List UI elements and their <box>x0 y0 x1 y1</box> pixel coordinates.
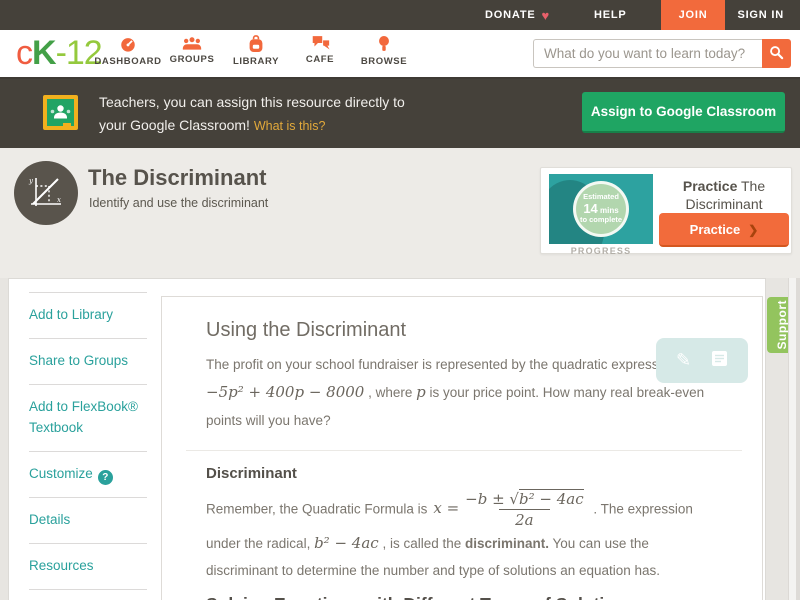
pencil-icon[interactable]: ✎ <box>676 350 691 371</box>
ck12-logo[interactable]: cK-12 <box>16 34 103 73</box>
section-divider <box>186 449 742 451</box>
banner-line1: Teachers, you can assign this resource d… <box>99 94 405 110</box>
note-icon[interactable] <box>711 350 728 372</box>
solving-equations-heading: Solving Equations with Different Types o… <box>206 594 714 600</box>
practice-card: Estimated 14 mins to complete PROGRESS P… <box>540 167 792 256</box>
annotation-toolbar[interactable]: ✎ <box>656 338 748 383</box>
help-button[interactable]: HELP <box>594 9 627 21</box>
nav-item-dashboard[interactable]: DASHBOARD <box>94 35 161 67</box>
nav-item-groups[interactable]: GROUPS <box>160 35 224 67</box>
nav-item-browse[interactable]: BROWSE <box>352 35 416 67</box>
join-button[interactable]: JOIN <box>660 0 726 30</box>
search-button[interactable] <box>762 39 791 68</box>
sidebar-item-share-to-groups[interactable]: Share to Groups <box>29 337 147 384</box>
search-box <box>533 39 791 68</box>
sidebar-item-details[interactable]: Details <box>29 496 147 543</box>
sidebar-item-resources[interactable]: Resources <box>29 542 147 589</box>
logo-c: c <box>16 34 33 72</box>
practice-chevron-icon: ❯ <box>748 222 759 237</box>
lesson-content-card: Using the Discriminant ✎ The profit on y… <box>161 296 763 600</box>
cafe-icon <box>311 35 330 51</box>
discriminant-paragraph: Remember, the Quadratic Formula is x = −b … <box>206 488 693 578</box>
banner-line2: your Google Classroom! <box>99 116 254 133</box>
lesson-heading: Using the Discriminant <box>206 319 407 341</box>
main-container: Add to Library Share to Groups Add to Fl… <box>8 278 766 600</box>
title-strip: y x The Discriminant Identify and use th… <box>0 148 800 278</box>
intro-paragraph: The profit on your school fundraiser is … <box>206 357 705 428</box>
nav-items: DASHBOARD GROUPS LIBRARY CAFE BROWSE <box>94 35 416 67</box>
classroom-banner: Teachers, you can assign this resource d… <box>0 79 800 148</box>
heart-icon: ♥ <box>541 7 551 23</box>
page-subtitle: Identify and use the discriminant <box>89 196 269 210</box>
estimated-time-badge: Estimated 14 mins to complete <box>573 181 629 237</box>
dashboard-icon <box>119 35 137 53</box>
sidebar-item-customize[interactable]: Customize? <box>29 450 147 497</box>
practice-cta-text: Practice The Discriminant <box>682 178 766 213</box>
svg-text:x: x <box>57 196 61 204</box>
google-classroom-icon <box>43 95 78 135</box>
help-question-icon[interactable]: ? <box>97 469 113 485</box>
discriminant-heading: Discriminant <box>206 464 297 482</box>
nav-item-cafe[interactable]: CAFE <box>288 35 352 67</box>
sidebar-item-download[interactable]: Download▾ <box>29 588 147 600</box>
banner-text: Teachers, you can assign this resource d… <box>99 91 405 136</box>
quadratic-formula-math: −b ± √b² − 4ac 2a <box>465 488 584 529</box>
groups-icon <box>182 35 202 51</box>
progress-label: PROGRESS <box>570 246 632 256</box>
svg-text:y: y <box>28 177 34 185</box>
ck12-page: DONATE ♥ HELP JOIN SIGN IN cK-12 DASHBOA… <box>0 0 800 600</box>
nav-item-library[interactable]: LIBRARY <box>224 35 288 67</box>
page-title: The Discriminant <box>88 165 267 190</box>
sidebar-item-add-to-flexbook[interactable]: Add to FlexBook® Textbook <box>29 383 147 451</box>
scrollbar-edge <box>796 278 800 600</box>
search-icon <box>769 45 784 63</box>
profit-expression-math: −5p² + 400p − 8000 <box>206 383 365 402</box>
top-utility-bar: DONATE ♥ HELP JOIN SIGN IN <box>0 0 800 30</box>
search-input[interactable] <box>533 39 762 68</box>
assign-to-classroom-button[interactable]: Assign to Google Classroom <box>582 92 785 133</box>
action-sidebar: Add to Library Share to Groups Add to Fl… <box>9 279 153 600</box>
library-icon <box>248 35 264 53</box>
logo-k: K <box>32 34 57 72</box>
donate-label: DONATE <box>485 9 536 21</box>
browse-icon <box>378 35 390 53</box>
concept-graph-icon: y x <box>14 161 78 225</box>
donate-button[interactable]: DONATE ♥ <box>485 9 550 22</box>
discriminant-expression-math: b² − 4ac <box>314 534 379 553</box>
main-nav: cK-12 DASHBOARD GROUPS LIBRARY CAFE BROW… <box>0 30 800 79</box>
practice-button[interactable]: Practice ❯ <box>659 213 789 247</box>
practice-thumbnail: Estimated 14 mins to complete <box>549 174 653 244</box>
sign-in-button[interactable]: SIGN IN <box>737 9 784 21</box>
what-is-this-link[interactable]: What is this? <box>254 119 326 133</box>
sidebar-item-add-to-library[interactable]: Add to Library <box>29 292 147 338</box>
